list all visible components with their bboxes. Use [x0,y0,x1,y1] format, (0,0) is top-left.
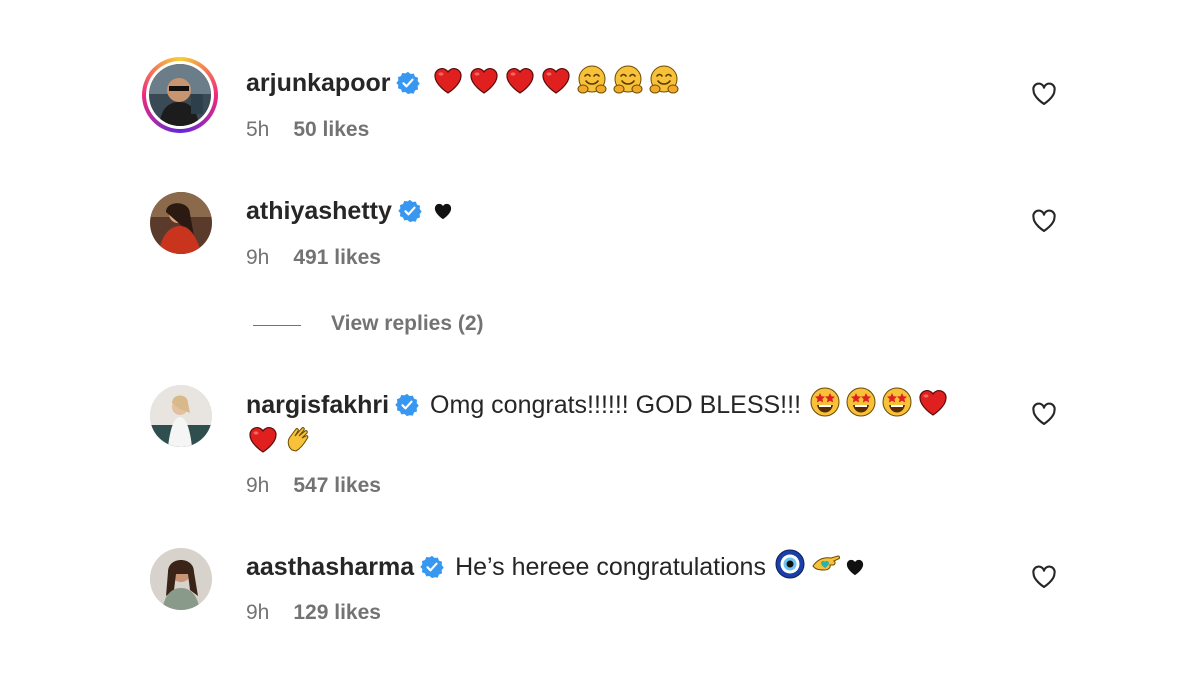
red-heart-icon [539,64,573,96]
like-heart-icon[interactable] [1030,80,1058,108]
black-heart-icon [845,557,865,577]
like-heart-icon[interactable] [1030,207,1058,235]
nazar-amulet-icon [773,548,807,580]
black-heart-icon [433,201,453,221]
like-heart-icon[interactable] [1030,400,1058,428]
comment-meta: 9h 129 likes [246,601,381,625]
username[interactable]: nargisfakhri [246,391,389,419]
likes-count[interactable]: 491 likes [293,246,381,269]
clapping-hands-icon [282,423,316,455]
replies-divider [253,325,301,326]
comment-text: Omg congrats!!!!!! GOD BLESS!!! [423,391,808,419]
comment-line: athiyashetty [246,193,1006,229]
red-heart-icon [246,423,280,455]
comment-meta: 9h 547 likes [246,474,381,498]
likes-count[interactable]: 50 likes [293,118,369,141]
username[interactable]: aasthasharma [246,553,414,581]
comment-text: He’s hereee congratulations [448,553,773,581]
comment-time: 9h [246,601,270,624]
comment-meta: 9h 491 likes [246,246,381,270]
verified-badge-icon [395,393,419,417]
red-heart-icon [467,64,501,96]
star-struck-icon [880,386,914,418]
verified-badge-icon [398,199,422,223]
comment-time: 9h [246,474,270,497]
comment-line: nargisfakhri Omg congrats!!!!!! GOD BLES… [246,386,1006,460]
verified-badge-icon [420,555,444,579]
username[interactable]: arjunkapoor [246,69,390,97]
red-heart-icon [431,64,465,96]
comment-meta: 5h 50 likes [246,118,369,142]
hugging-face-icon [575,64,609,96]
avatar [149,64,211,126]
like-heart-icon[interactable] [1030,563,1058,591]
username[interactable]: athiyashetty [246,197,392,225]
comment-line: aasthasharma He’s hereee congratulations [246,548,1006,585]
avatar-story-ring[interactable] [142,57,218,133]
comment-line: arjunkapoor [246,64,1006,101]
verified-badge-icon [396,71,420,95]
comment-time: 5h [246,118,270,141]
view-replies-button[interactable]: View replies (2) [331,312,484,336]
likes-count[interactable]: 129 likes [293,601,381,624]
hugging-face-icon [647,64,681,96]
comment-time: 9h [246,246,270,269]
avatar[interactable] [150,548,212,610]
avatar[interactable] [150,192,212,254]
avatar[interactable] [150,385,212,447]
likes-count[interactable]: 547 likes [293,474,381,497]
star-struck-icon [808,386,842,418]
hugging-face-icon [611,64,645,96]
heart-hands-icon [809,548,843,580]
red-heart-icon [503,64,537,96]
red-heart-icon [916,386,950,418]
star-struck-icon [844,386,878,418]
